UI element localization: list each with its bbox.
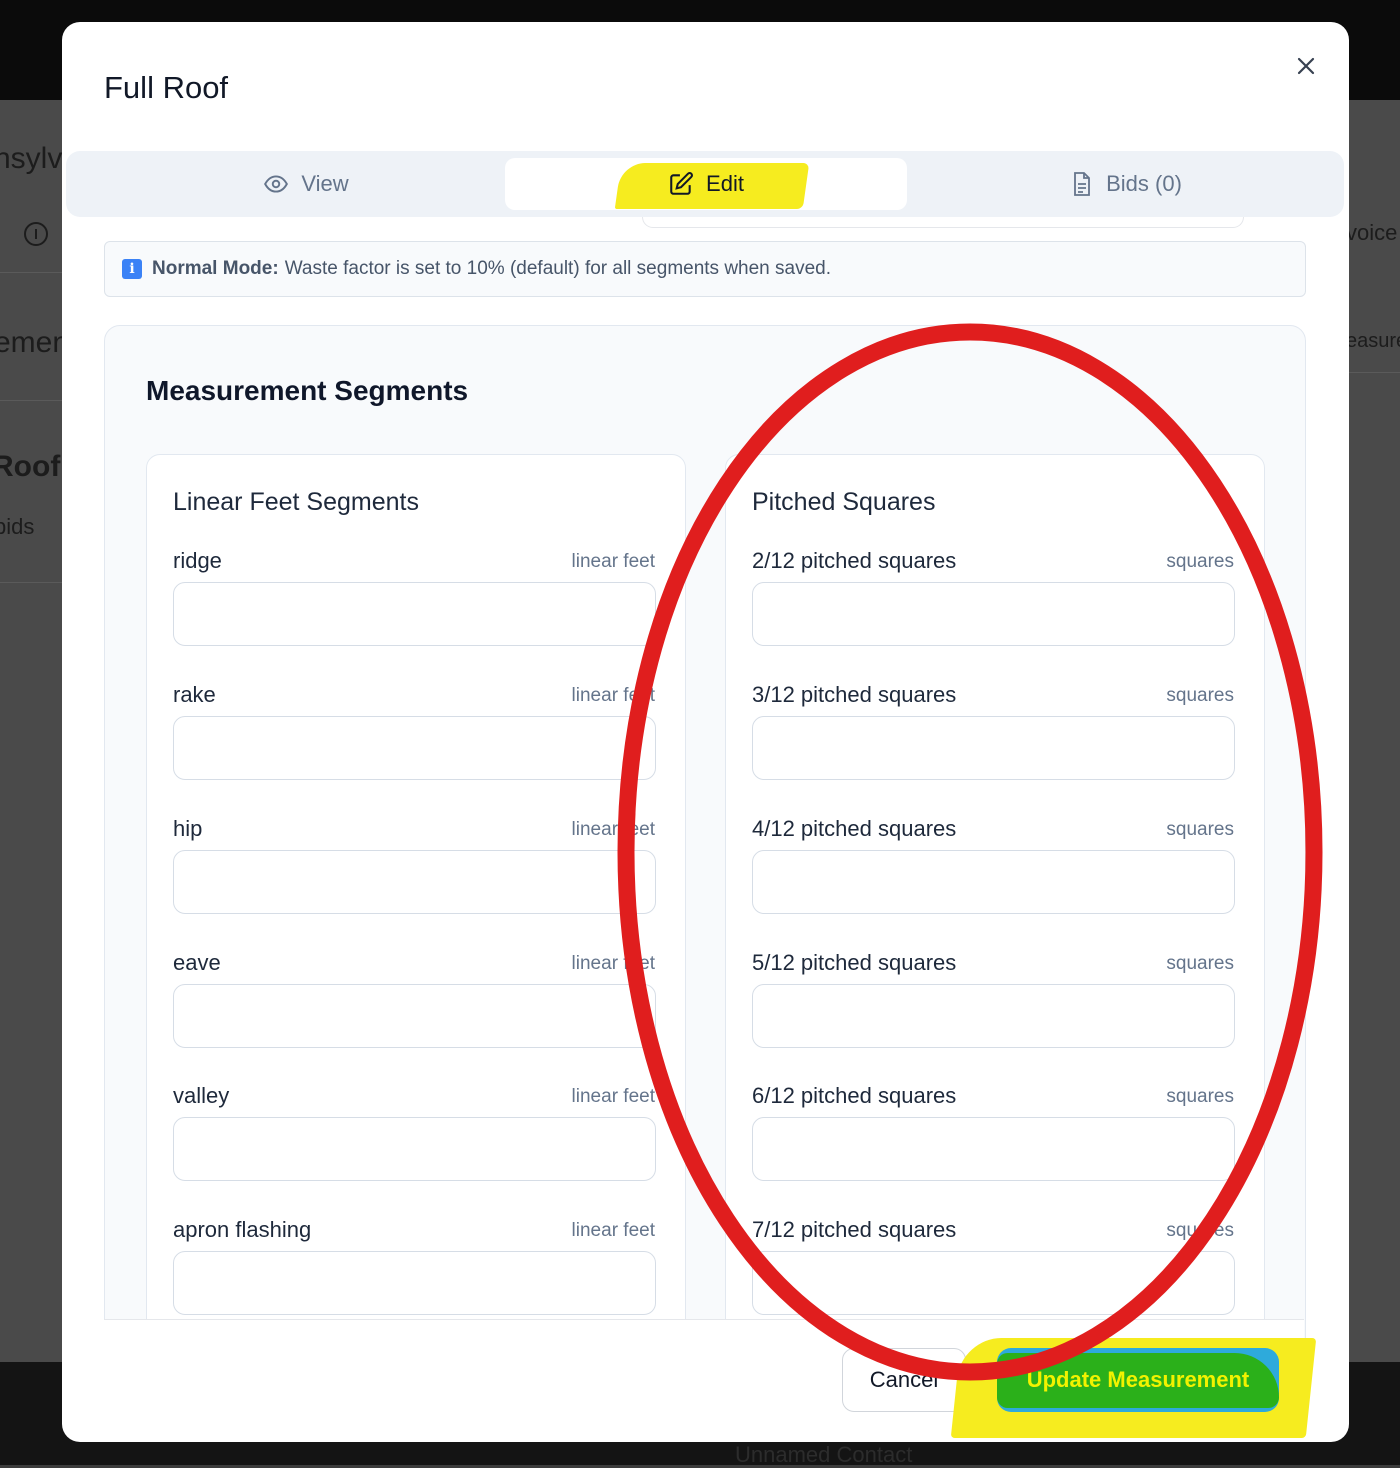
cancel-button[interactable]: Cancel (842, 1348, 966, 1412)
pitch-4-12-input[interactable] (752, 850, 1235, 914)
info-icon: i (122, 259, 142, 279)
field-unit: squares (1166, 1220, 1234, 1241)
field-label: hip (173, 816, 203, 841)
tab-edit-content[interactable]: Edit (505, 158, 907, 210)
pitch-3-12-input[interactable] (752, 716, 1235, 780)
linear-feet-title: Linear Feet Segments (173, 488, 419, 516)
modal-footer: Cancel Update Measurement (104, 1319, 1317, 1442)
field-unit: squares (1166, 685, 1234, 706)
bg-divider (1349, 372, 1400, 373)
edit-icon (670, 172, 693, 195)
ridge-input[interactable] (173, 582, 656, 646)
bg-divider (0, 582, 62, 583)
measurement-segments-card: Measurement Segments Linear Feet Segment… (104, 325, 1306, 1442)
pitched-squares-card: Pitched Squares 2/12 pitched squares squ… (725, 454, 1265, 1442)
field-label: eave (173, 950, 221, 975)
field-unit: squares (1166, 953, 1234, 974)
field-label: 2/12 pitched squares (752, 548, 957, 573)
field-label: 5/12 pitched squares (752, 950, 957, 975)
bg-roof-fragment: Roof (0, 450, 61, 483)
rake-input[interactable] (173, 716, 656, 780)
bg-measurement-fragment: emen (0, 326, 70, 359)
apron-flashing-input[interactable] (173, 1251, 656, 1315)
tab-edit-label: Edit (706, 171, 744, 196)
field-unit: squares (1166, 819, 1234, 840)
tab-bids-label: Bids (0) (1106, 171, 1182, 196)
field-label: 3/12 pitched squares (752, 682, 957, 707)
field-label: valley (173, 1083, 230, 1108)
close-button[interactable] (1288, 48, 1324, 84)
field-unit: linear feet (571, 1220, 655, 1241)
field-unit: linear feet (571, 1086, 655, 1107)
bg-measure-fragment: easure (1346, 330, 1400, 352)
tab-bids[interactable]: Bids (0) (916, 158, 1336, 210)
bg-location-fragment: nsylv (0, 142, 63, 175)
valley-input[interactable] (173, 1117, 656, 1181)
eave-input[interactable] (173, 984, 656, 1048)
notice-mode-label: Normal Mode: (152, 258, 279, 279)
close-icon (1297, 57, 1315, 75)
pitch-2-12-input[interactable] (752, 582, 1235, 646)
normal-mode-notice: i Normal Mode: Waste factor is set to 10… (104, 241, 1306, 297)
field-label: apron flashing (173, 1217, 312, 1242)
tab-view-label: View (301, 171, 349, 196)
update-measurement-button[interactable]: Update Measurement (997, 1348, 1279, 1412)
bg-invoice-fragment: voice (1346, 220, 1398, 245)
pitch-6-12-input[interactable] (752, 1117, 1235, 1181)
segments-title: Measurement Segments (146, 375, 469, 406)
eye-icon (264, 175, 289, 193)
document-icon (1074, 172, 1090, 196)
field-unit: linear feet (571, 819, 655, 840)
linear-feet-card: Linear Feet Segments ridge linear feet r… (146, 454, 686, 1442)
field-unit: linear feet (571, 953, 655, 974)
field-label: 6/12 pitched squares (752, 1083, 957, 1108)
bg-divider (0, 272, 62, 273)
field-label: rake (173, 682, 216, 707)
hip-input[interactable] (173, 850, 656, 914)
field-label: ridge (173, 548, 222, 573)
pitch-5-12-input[interactable] (752, 984, 1235, 1048)
edit-measurement-modal: Full Roof View Bids (0) Edit i Normal Mo… (62, 22, 1349, 1442)
field-unit: linear feet (571, 551, 655, 572)
update-measurement-label: Update Measurement (1026, 1367, 1250, 1392)
modal-title: Full Roof (104, 70, 229, 105)
field-unit: linear feet (571, 685, 655, 706)
notice-text: Waste factor is set to 10% (default) for… (284, 258, 832, 279)
field-label: 7/12 pitched squares (752, 1217, 957, 1242)
bg-divider (0, 400, 62, 401)
pitch-7-12-input[interactable] (752, 1251, 1235, 1315)
bg-contact-fragment: Unnamed Contact (735, 1442, 913, 1467)
pitched-squares-title: Pitched Squares (752, 488, 936, 516)
tab-view[interactable]: View (70, 158, 542, 210)
bg-bids-fragment: bids (0, 514, 35, 539)
field-unit: squares (1166, 551, 1234, 572)
scrolled-field-edge (642, 217, 1244, 228)
field-unit: squares (1166, 1086, 1234, 1107)
field-label: 4/12 pitched squares (752, 816, 957, 841)
bg-info-icon (24, 222, 48, 246)
